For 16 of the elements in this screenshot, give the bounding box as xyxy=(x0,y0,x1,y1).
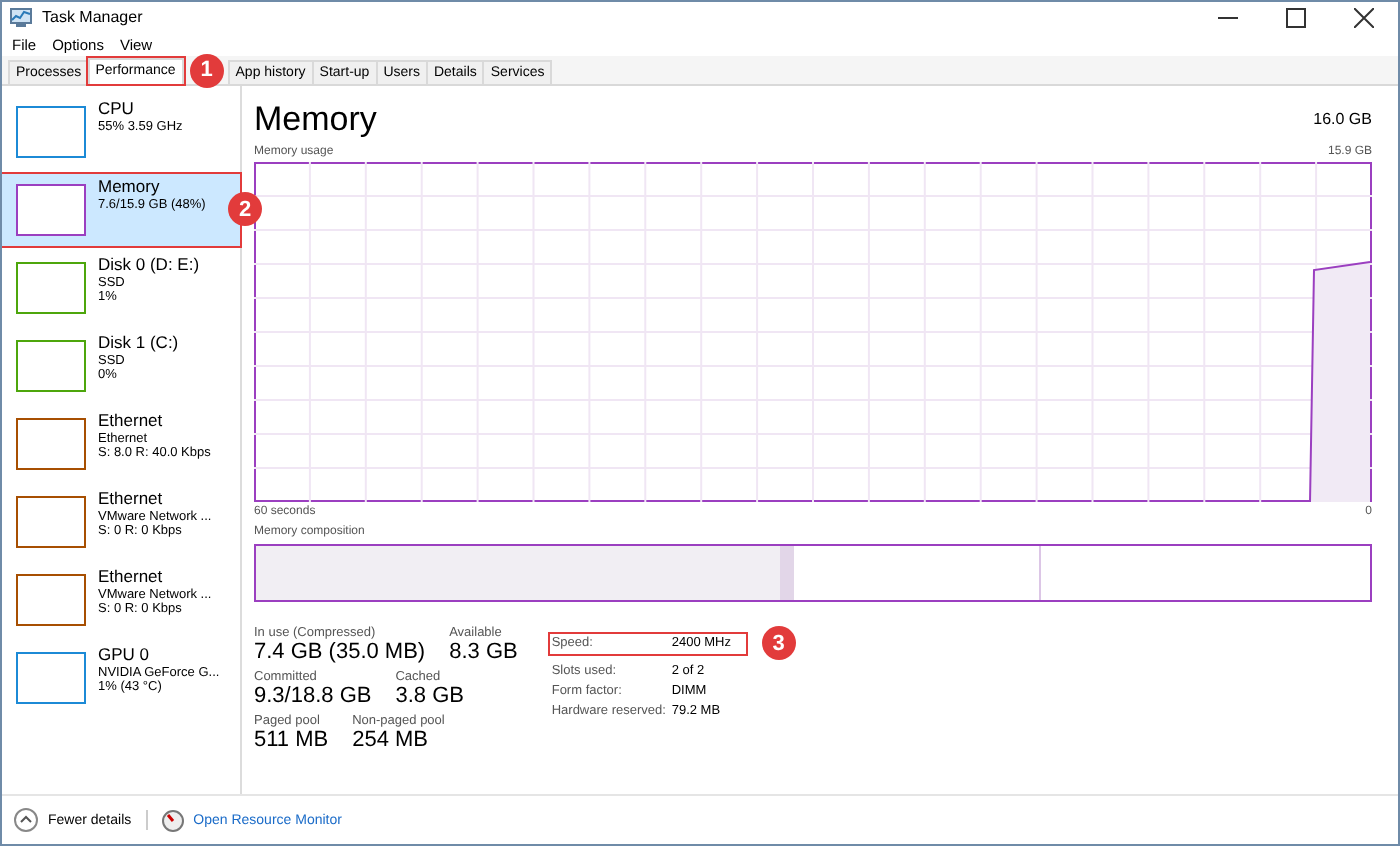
maximize-icon[interactable] xyxy=(1286,7,1306,27)
window-title: Task Manager xyxy=(42,8,143,26)
collapse-icon[interactable] xyxy=(14,808,38,832)
stat-value: 7.4 GB (35.0 MB) xyxy=(254,640,426,664)
step-badge: 1 xyxy=(189,53,224,87)
stat-value: 254 MB xyxy=(352,728,431,752)
gauge-icon[interactable] xyxy=(161,809,184,831)
task-manager-icon xyxy=(10,7,32,27)
stat-value: 3.8 GB xyxy=(395,684,464,708)
stat-value: 8.3 GB xyxy=(449,640,518,664)
section-title: Memory xyxy=(254,99,377,139)
stat-value: 511 MB xyxy=(254,728,329,752)
stat-value: 9.3/18.8 GB xyxy=(254,684,372,708)
close-icon[interactable] xyxy=(1354,7,1374,27)
total-memory: 16.0 GB xyxy=(1313,110,1372,128)
step-badge: 3 xyxy=(761,626,796,660)
